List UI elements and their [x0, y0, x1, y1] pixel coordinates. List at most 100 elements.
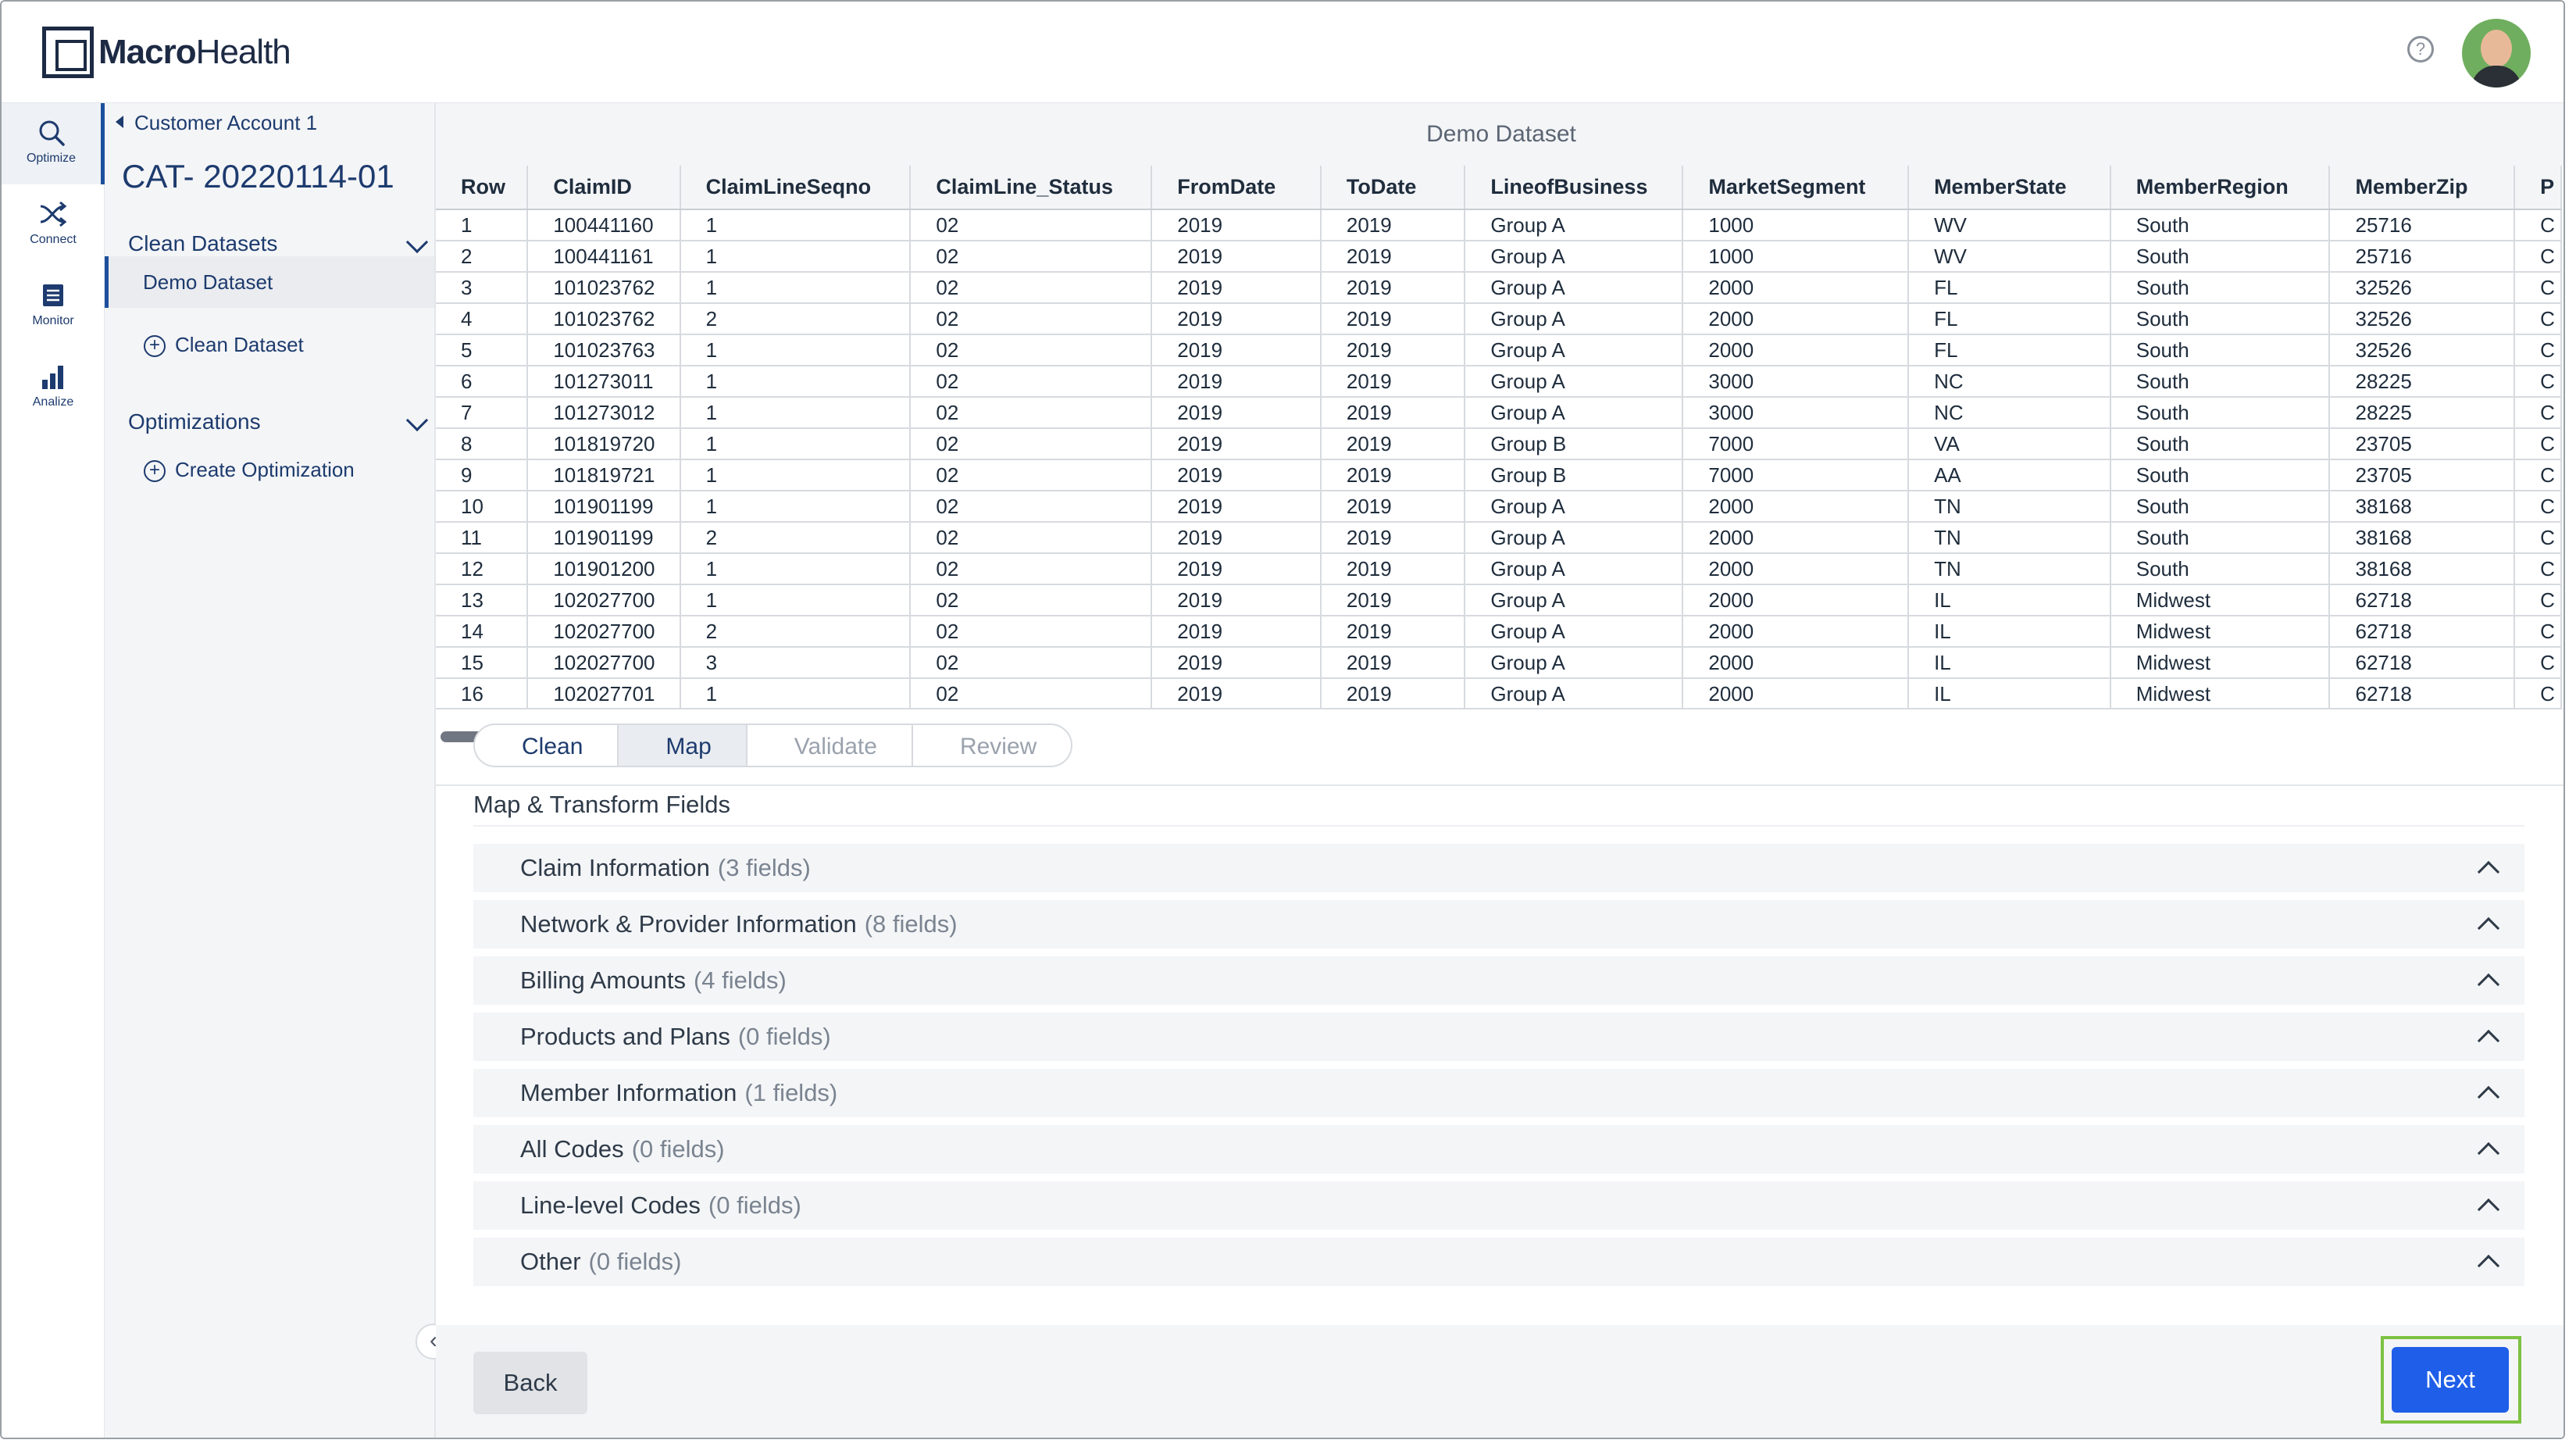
table-cell: C — [2514, 366, 2562, 398]
table-cell: 16 — [436, 678, 529, 708]
table-row[interactable]: 12 101901200 1 02 2019 2019 Group A 2000 TN South… — [436, 553, 2562, 585]
table-cell: Group A — [1465, 647, 1684, 679]
table-cell: 2019 — [1151, 616, 1322, 648]
question-circle-icon[interactable]: ? — [2407, 36, 2434, 63]
next-button[interactable]: Next — [2392, 1347, 2509, 1413]
table-cell: 101901199 — [527, 491, 681, 523]
section-label: Optimizations — [128, 409, 261, 434]
accordion-billing-amounts[interactable]: Billing Amounts (4 fields) — [473, 956, 2524, 1005]
table-row[interactable]: 8 101819720 1 02 2019 2019 Group B 7000 VA South 2… — [436, 428, 2562, 460]
user-avatar[interactable] — [2462, 19, 2531, 88]
plus-circle-icon: + — [144, 335, 166, 358]
column-header[interactable]: Row — [436, 166, 529, 210]
table-cell: 02 — [910, 209, 1153, 241]
column-header[interactable]: FromDate — [1151, 166, 1322, 210]
action-label: Clean Dataset — [175, 333, 304, 356]
column-header[interactable]: LineofBusiness — [1465, 166, 1684, 210]
nav-item-demo-dataset[interactable]: Demo Dataset — [105, 256, 434, 308]
chevron-up-icon — [2477, 1085, 2500, 1109]
column-header[interactable]: ClaimLine_Status — [910, 166, 1153, 210]
table-cell: 100441160 — [527, 209, 681, 241]
table-cell: 101901200 — [527, 553, 681, 585]
chevron-down-icon — [405, 230, 429, 254]
step-map[interactable]: Map — [617, 724, 747, 767]
table-row[interactable]: 11 101901199 2 02 2019 2019 Group A 2000 TN South… — [436, 522, 2562, 554]
accordion-all-codes[interactable]: All Codes (0 fields) — [473, 1125, 2524, 1174]
table-row[interactable]: 2 100441161 1 02 2019 2019 Group A 1000 WV South 2… — [436, 241, 2562, 273]
table-cell: 1 — [680, 334, 912, 366]
rail-item-optimize[interactable]: Optimize — [2, 103, 105, 184]
column-header[interactable]: MemberRegion — [2110, 166, 2331, 210]
chevron-up-icon — [2477, 916, 2500, 940]
table-cell: 2019 — [1151, 303, 1322, 335]
table-row[interactable]: 16 102027701 1 02 2019 2019 Group A 2000 IL Midwe… — [436, 678, 2562, 708]
column-header[interactable]: ClaimID — [527, 166, 681, 210]
column-header[interactable]: ClaimLineSeqno — [680, 166, 912, 210]
table-row[interactable]: 3 101023762 1 02 2019 2019 Group A 2000 FL South 3… — [436, 272, 2562, 304]
table-cell: 3 — [680, 647, 912, 679]
table-cell: 101819720 — [527, 428, 681, 460]
column-header[interactable]: MemberState — [1908, 166, 2111, 210]
table-cell: 2019 — [1151, 428, 1322, 460]
table-row[interactable]: 14 102027700 2 02 2019 2019 Group A 2000 IL Midwe… — [436, 616, 2562, 648]
avatar-body — [2471, 66, 2521, 88]
accordion-claim-information[interactable]: Claim Information (3 fields) — [473, 844, 2524, 892]
table-row[interactable]: 1 100441160 1 02 2019 2019 Group A 1000 WV South 2… — [436, 209, 2562, 241]
table-cell: Midwest — [2110, 584, 2331, 616]
back-button[interactable]: Back — [473, 1352, 587, 1414]
table-row[interactable]: 15 102027700 3 02 2019 2019 Group A 2000 IL Midwe… — [436, 647, 2562, 679]
rail-item-connect[interactable]: Connect — [2, 184, 105, 266]
table-cell: NC — [1908, 366, 2111, 398]
table-cell: 2019 — [1320, 553, 1466, 585]
table-cell: 2019 — [1320, 522, 1466, 554]
table-cell: 38168 — [2329, 522, 2516, 554]
accordion-network-provider-information[interactable]: Network & Provider Information (8 fields) — [473, 900, 2524, 949]
accordion-products-and-plans[interactable]: Products and Plans (0 fields) — [473, 1013, 2524, 1061]
table-row[interactable]: 6 101273011 1 02 2019 2019 Group A 3000 NC South 2… — [436, 366, 2562, 398]
rail-label: Optimize — [26, 152, 77, 165]
table-cell: Group A — [1465, 678, 1684, 708]
accordion-member-information[interactable]: Member Information (1 fields) — [473, 1069, 2524, 1117]
table-cell: 10 — [436, 491, 529, 523]
accordion-title: Network & Provider Information (8 fields) — [520, 910, 958, 938]
rail-item-monitor[interactable]: Monitor — [2, 266, 105, 347]
table-cell: 2000 — [1682, 553, 1910, 585]
table-cell: 25716 — [2329, 209, 2516, 241]
breadcrumb-back-link[interactable]: Customer Account 1 — [116, 111, 317, 135]
step-review[interactable]: Review — [911, 724, 1073, 767]
data-preview-table[interactable]: Row ClaimID ClaimLineSeqno ClaimLine_Status… — [436, 166, 2562, 709]
column-header[interactable]: MarketSegment — [1682, 166, 1910, 210]
table-cell: South — [2110, 241, 2331, 273]
table-row[interactable]: 5 101023763 1 02 2019 2019 Group A 2000 FL South 3… — [436, 334, 2562, 366]
accordion-other[interactable]: Other (0 fields) — [473, 1238, 2524, 1286]
macrohealth-logo[interactable]: MacroHealth — [42, 27, 291, 78]
table-cell: South — [2110, 428, 2331, 460]
table-row[interactable]: 13 102027700 1 02 2019 2019 Group A 2000 IL Midwe… — [436, 584, 2562, 616]
step-clean[interactable]: Clean — [473, 724, 619, 767]
table-cell: Group A — [1465, 616, 1684, 648]
breadcrumb-label: Customer Account 1 — [134, 111, 318, 134]
rail-label: Monitor — [32, 314, 74, 327]
step-validate[interactable]: Validate — [745, 724, 913, 767]
table-row[interactable]: 9 101819721 1 02 2019 2019 Group B 7000 AA South 2… — [436, 459, 2562, 491]
column-header[interactable]: MemberZip — [2329, 166, 2516, 210]
accordion-line-level-codes[interactable]: Line-level Codes (0 fields) — [473, 1181, 2524, 1230]
table-cell: 2019 — [1320, 366, 1466, 398]
table-cell: C — [2514, 303, 2562, 335]
section-clean-datasets[interactable]: Clean Datasets — [128, 230, 429, 256]
add-clean-dataset-link[interactable]: + Clean Dataset — [105, 319, 434, 370]
table-row[interactable]: 10 101901199 1 02 2019 2019 Group A 2000 TN South… — [436, 491, 2562, 523]
rail-item-analize[interactable]: Analize — [2, 347, 105, 428]
table-row[interactable]: 7 101273012 1 02 2019 2019 Group A 3000 NC South 2… — [436, 397, 2562, 429]
column-header[interactable]: P — [2514, 166, 2562, 210]
chevron-up-icon — [2477, 973, 2500, 996]
column-header[interactable]: ToDate — [1320, 166, 1466, 210]
table-cell: 7000 — [1682, 459, 1910, 491]
table-cell: C — [2514, 241, 2562, 273]
section-optimizations[interactable]: Optimizations — [128, 409, 429, 434]
table-cell: 2019 — [1320, 584, 1466, 616]
create-optimization-link[interactable]: + Create Optimization — [105, 444, 434, 495]
table-cell: 12 — [436, 553, 529, 585]
table-cell: 2019 — [1320, 428, 1466, 460]
table-row[interactable]: 4 101023762 2 02 2019 2019 Group A 2000 FL South 3… — [436, 303, 2562, 335]
